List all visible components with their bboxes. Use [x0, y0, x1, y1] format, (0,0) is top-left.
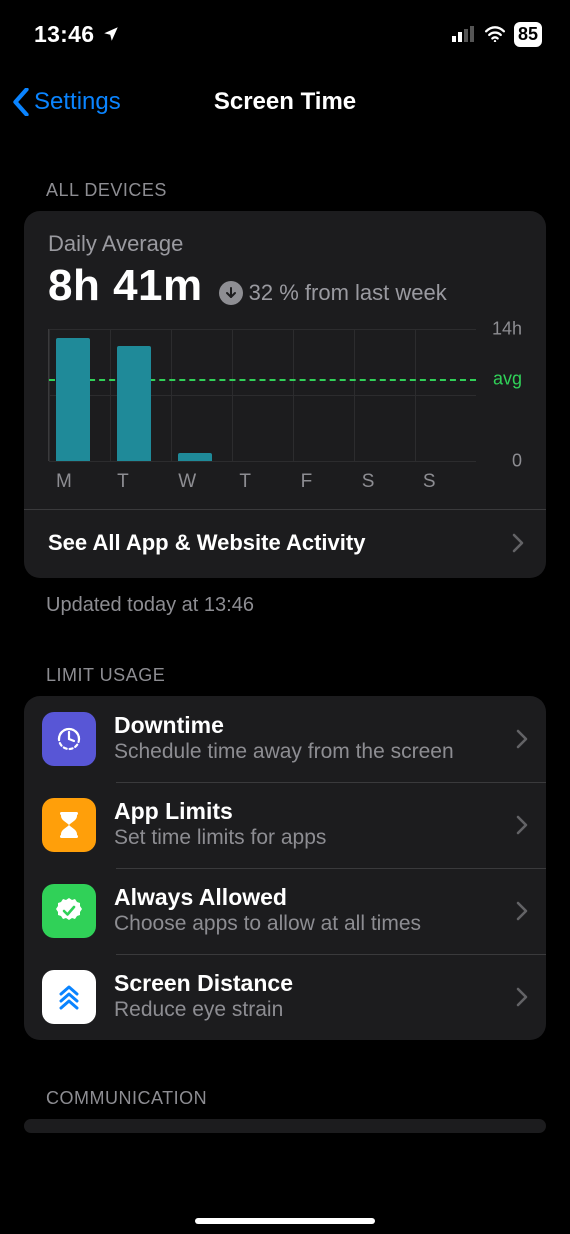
hourglass-icon [42, 798, 96, 852]
x-tick-label: M [48, 465, 109, 493]
chevron-right-icon [512, 533, 524, 553]
usage-chart[interactable]: MTWTFSS 14h0avg [48, 311, 522, 493]
downtime-icon [42, 712, 96, 766]
back-button[interactable]: Settings [0, 88, 121, 116]
battery-indicator: 85 [514, 22, 542, 47]
row-title: Downtime [114, 712, 500, 739]
x-tick-label: T [109, 465, 170, 493]
bar [178, 453, 212, 461]
x-tick-label: F [293, 465, 354, 493]
trend-text: 32 % from last week [249, 280, 447, 306]
location-icon [102, 25, 120, 43]
section-header-communication: Communication [0, 1088, 570, 1119]
row-title: Screen Distance [114, 970, 500, 997]
row-app-limits[interactable]: App Limits Set time limits for apps [24, 782, 546, 868]
section-header-all-devices: All Devices [0, 180, 570, 211]
status-right: 85 [452, 22, 542, 47]
bar [117, 346, 151, 461]
chevron-right-icon [516, 815, 528, 835]
communication-list [24, 1119, 546, 1133]
row-subtitle: Reduce eye strain [114, 997, 500, 1023]
row-screen-distance[interactable]: Screen Distance Reduce eye strain [24, 954, 546, 1040]
updated-label: Updated today at 13:46 [0, 578, 570, 617]
avg-label: avg [493, 369, 522, 390]
row-subtitle: Schedule time away from the screen [114, 739, 500, 765]
checkmark-seal-icon [42, 884, 96, 938]
chevron-right-icon [516, 987, 528, 1007]
trend-indicator: 32 % from last week [219, 280, 447, 306]
row-downtime[interactable]: Downtime Schedule time away from the scr… [24, 696, 546, 782]
nav-bar: Settings Screen Time [0, 72, 570, 132]
row-subtitle: Choose apps to allow at all times [114, 911, 500, 937]
home-indicator[interactable] [195, 1218, 375, 1224]
daily-average-value: 8h 41m [48, 261, 203, 311]
chevron-right-icon [516, 729, 528, 749]
limit-usage-list: Downtime Schedule time away from the scr… [24, 696, 546, 1040]
row-title: Always Allowed [114, 884, 500, 911]
x-tick-label: W [170, 465, 231, 493]
trend-down-icon [219, 281, 243, 305]
battery-percent: 85 [518, 24, 538, 45]
cellular-icon [452, 26, 476, 42]
x-tick-label: T [231, 465, 292, 493]
wifi-icon [484, 26, 506, 42]
status-time: 13:46 [34, 21, 94, 48]
row-subtitle: Set time limits for apps [114, 825, 500, 851]
x-tick-label: S [354, 465, 415, 493]
row-title: App Limits [114, 798, 500, 825]
section-header-limit-usage: Limit Usage [0, 665, 570, 696]
back-label: Settings [34, 88, 121, 116]
chevrons-up-icon [42, 970, 96, 1024]
usage-summary-panel: Daily Average 8h 41m 32 % from last week [24, 211, 546, 578]
x-tick-label: S [415, 465, 476, 493]
y-tick-bottom: 0 [512, 451, 522, 472]
daily-average-label: Daily Average [48, 231, 522, 257]
status-left: 13:46 [34, 21, 120, 48]
see-all-activity-row[interactable]: See All App & Website Activity [24, 510, 546, 578]
chevron-right-icon [516, 901, 528, 921]
row-always-allowed[interactable]: Always Allowed Choose apps to allow at a… [24, 868, 546, 954]
y-tick-top: 14h [492, 319, 522, 340]
bar [56, 338, 90, 461]
status-bar: 13:46 85 [0, 0, 570, 54]
see-all-label: See All App & Website Activity [48, 530, 365, 556]
